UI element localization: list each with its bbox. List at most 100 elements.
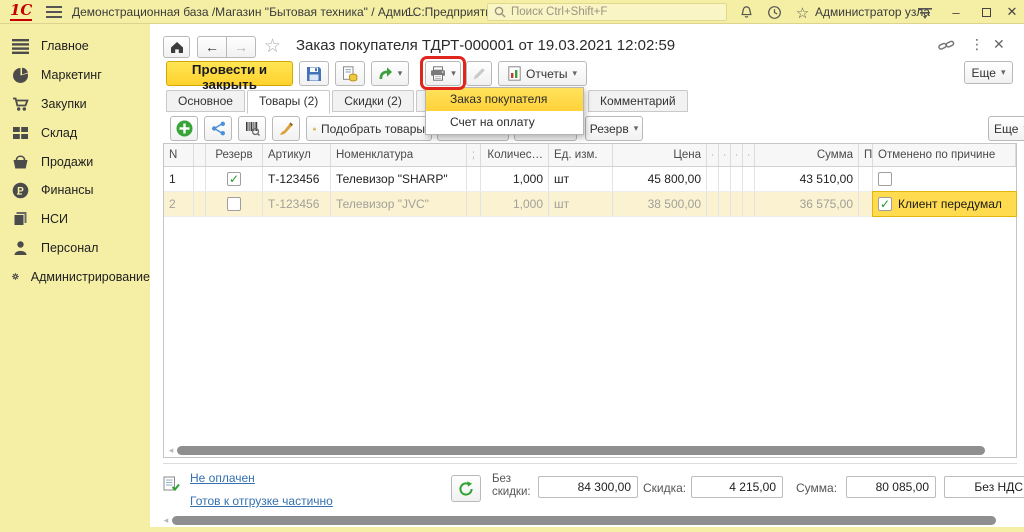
menu-item-customer-order[interactable]: Заказ покупателя — [426, 88, 583, 111]
pie-chart-icon — [12, 67, 29, 84]
maximize-button[interactable] — [976, 3, 996, 21]
structure-button[interactable] — [204, 116, 232, 141]
create-based-on-button[interactable]: ▾ — [371, 61, 409, 86]
edit-button-disabled[interactable] — [466, 61, 492, 86]
discount-field[interactable]: 4 215,00 — [691, 476, 783, 498]
dropdown-arrow-icon: ▾ — [451, 68, 456, 79]
goods-more-button[interactable]: Еще ▾ — [988, 116, 1024, 141]
barcode-scan-button[interactable] — [238, 116, 266, 141]
gear-icon — [12, 268, 19, 285]
goods-table: N Резерв Артикул Номенклатура ; Количес…… — [163, 143, 1017, 458]
sidebar-item-marketing[interactable]: Маркетинг — [0, 61, 150, 90]
tab-discounts[interactable]: Скидки (2) — [332, 90, 414, 112]
menu-item-invoice[interactable]: Счет на оплату — [426, 111, 583, 134]
back-button[interactable]: ← — [197, 36, 227, 58]
svg-text:Р: Р — [17, 186, 24, 197]
shipment-status-link[interactable]: Готов к отгрузке частично — [190, 494, 333, 508]
service-settings-icon[interactable] — [916, 4, 933, 21]
sidebar-item-finance[interactable]: Р Финансы — [0, 176, 150, 205]
post-and-close-button[interactable]: Провести и закрыть — [166, 61, 293, 86]
more-actions-icon[interactable]: ⋮ — [970, 36, 984, 53]
main-menu-icon[interactable] — [46, 6, 62, 18]
print-dropdown-menu: Заказ покупателя Счет на оплату — [425, 87, 584, 135]
reports-button[interactable]: Отчеты ▾ — [498, 61, 587, 86]
tab-comment[interactable]: Комментарий — [588, 90, 688, 112]
cancelled-checkbox[interactable] — [878, 172, 892, 186]
app-window: 1С Демонстрационная база /Магазин "Бытов… — [0, 0, 1024, 532]
favorites-star-icon[interactable]: ☆ — [794, 4, 811, 21]
favorite-star-icon[interactable]: ☆ — [264, 35, 281, 58]
history-icon[interactable] — [766, 4, 783, 21]
scrollbar-thumb[interactable] — [172, 516, 996, 525]
payment-status-link[interactable]: Не оплачен — [190, 471, 255, 485]
print-button[interactable]: ▾ — [425, 61, 461, 86]
add-row-button[interactable] — [170, 116, 198, 141]
home-icon — [170, 41, 184, 54]
reserve-button[interactable]: Резерв ▾ — [585, 116, 643, 141]
pick-goods-button[interactable]: Подобрать товары — [306, 116, 432, 141]
sidebar-item-administration[interactable]: Администрирование — [0, 262, 150, 291]
global-search-input[interactable]: Поиск Ctrl+Shift+F — [487, 3, 727, 21]
titlebar: 1С Демонстрационная база /Магазин "Бытов… — [0, 0, 1024, 24]
scroll-left-icon[interactable]: ◂ — [160, 515, 172, 526]
scroll-left-icon[interactable]: ◂ — [165, 445, 177, 456]
cancelled-checkbox[interactable] — [878, 197, 892, 211]
barcode-icon — [245, 121, 260, 136]
forward-button[interactable]: → — [226, 36, 256, 58]
menu-lines-icon — [12, 39, 29, 54]
document-title: Заказ покупателя ТДРТ-000001 от 19.03.20… — [296, 37, 675, 54]
table-header-row: N Резерв Артикул Номенклатура ; Количес…… — [164, 144, 1016, 167]
vat-field[interactable]: Без НДС — [944, 476, 1024, 498]
get-link-icon[interactable] — [938, 38, 955, 53]
create-based-on-icon — [378, 66, 393, 81]
app-name: 1С:Предприятие — [406, 5, 499, 19]
change-rows-button[interactable] — [272, 116, 300, 141]
cancel-reason-cell[interactable]: Клиент передумал — [873, 192, 1016, 216]
grid-icon — [12, 125, 29, 141]
table-horizontal-scrollbar[interactable]: ◂ — [165, 444, 1015, 456]
sidebar-item-nsi[interactable]: НСИ — [0, 205, 150, 234]
cart-icon — [12, 96, 29, 112]
document-form: ← → ☆ Заказ покупателя ТДРТ-000001 от 19… — [150, 24, 1024, 532]
no-discount-field[interactable]: 84 300,00 — [538, 476, 638, 498]
table-row[interactable]: 2 Т-123456 Телевизор "JVC" 1,000 шт 38 5… — [164, 192, 1016, 217]
tab-main[interactable]: Основное — [166, 90, 245, 112]
forward-arrow-icon: → — [234, 39, 248, 55]
form-horizontal-scrollbar[interactable]: ◂ — [160, 514, 1016, 526]
scrollbar-thumb[interactable] — [177, 446, 985, 455]
form-more-button[interactable]: Еще ▾ — [964, 61, 1013, 84]
home-button[interactable] — [163, 36, 190, 58]
reserve-checkbox[interactable] — [227, 172, 241, 186]
minimize-button[interactable]: – — [946, 3, 966, 21]
sidebar-item-sales[interactable]: Продажи — [0, 147, 150, 176]
books-icon — [12, 211, 29, 227]
no-discount-label: Без скидки: — [492, 473, 534, 499]
tab-goods[interactable]: Товары (2) — [247, 90, 330, 114]
post-document-icon — [342, 66, 358, 82]
sidebar-item-purchases[interactable]: Закупки — [0, 90, 150, 119]
close-form-icon[interactable]: ✕ — [993, 36, 1005, 53]
reserve-checkbox[interactable] — [227, 197, 241, 211]
share-icon — [211, 121, 226, 136]
add-icon — [176, 120, 193, 137]
refresh-icon — [458, 481, 474, 497]
current-user[interactable]: Администратор узла — [815, 5, 930, 19]
sections-sidebar: Главное Маркетинг Закупки Склад Продажи … — [0, 24, 150, 532]
document-status-icon — [163, 476, 180, 492]
refresh-totals-button[interactable] — [451, 475, 481, 502]
ruble-circle-icon: Р — [12, 182, 29, 199]
goods-basket-icon — [313, 122, 316, 136]
brush-icon — [279, 121, 294, 136]
post-document-button[interactable] — [335, 61, 365, 86]
table-row[interactable]: 1 Т-123456 Телевизор "SHARP" 1,000 шт 45… — [164, 167, 1016, 192]
sum-field[interactable]: 80 085,00 — [846, 476, 936, 498]
save-button[interactable] — [299, 61, 329, 86]
close-window-button[interactable]: ✕ — [1002, 3, 1022, 21]
sidebar-item-personnel[interactable]: Персонал — [0, 234, 150, 263]
save-icon — [306, 66, 322, 82]
report-icon — [508, 66, 521, 81]
sidebar-item-warehouse[interactable]: Склад — [0, 118, 150, 147]
dropdown-arrow-icon: ▾ — [398, 68, 403, 79]
notifications-bell-icon[interactable] — [738, 4, 755, 21]
sidebar-item-main[interactable]: Главное — [0, 32, 150, 61]
